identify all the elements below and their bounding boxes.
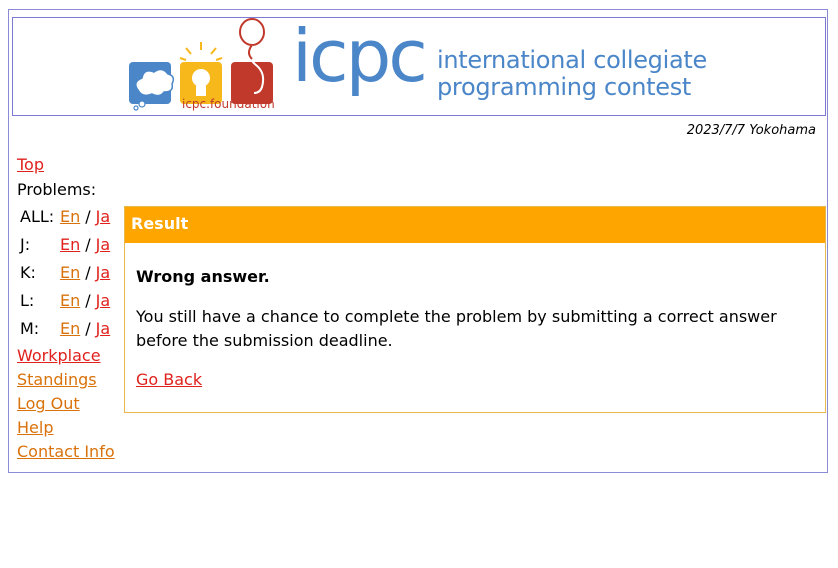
nav-logout-link[interactable]: Log Out bbox=[17, 394, 80, 413]
nav-standings-link[interactable]: Standings bbox=[17, 370, 97, 389]
problem-row-l: L: En / Ja bbox=[20, 291, 110, 315]
problem-all-ja-link[interactable]: Ja bbox=[96, 207, 111, 226]
problem-row-all: ALL: En / Ja bbox=[20, 207, 110, 231]
tagline-line1: international collegiate bbox=[437, 46, 707, 74]
separator: / bbox=[85, 319, 91, 338]
result-panel: Result Wrong answer. You still have a ch… bbox=[124, 206, 826, 413]
tagline-line2: programming contest bbox=[437, 73, 692, 101]
problem-label: ALL: bbox=[20, 207, 55, 226]
problem-label: M: bbox=[20, 319, 40, 338]
problem-row-k: K: En / Ja bbox=[20, 263, 110, 287]
contest-date-location: 2023/7/7 Yokohama bbox=[686, 123, 816, 138]
nav-top-link[interactable]: Top bbox=[17, 155, 44, 174]
problem-label: J: bbox=[20, 235, 31, 254]
problem-label: K: bbox=[20, 263, 36, 282]
separator: / bbox=[85, 235, 91, 254]
problem-m-ja-link[interactable]: Ja bbox=[96, 319, 111, 338]
problem-k-ja-link[interactable]: Ja bbox=[96, 263, 111, 282]
go-back-link[interactable]: Go Back bbox=[136, 370, 202, 389]
balloon-icon bbox=[231, 18, 273, 104]
problem-row-j: J: En / Ja bbox=[20, 235, 110, 259]
foundation-label: icpc.foundation bbox=[182, 97, 275, 111]
result-verdict: Wrong answer. bbox=[136, 267, 270, 286]
problem-label: L: bbox=[20, 291, 35, 310]
result-heading: Result bbox=[125, 207, 825, 243]
problem-l-ja-link[interactable]: Ja bbox=[96, 291, 111, 310]
icpc-wordmark: icpc bbox=[292, 14, 428, 98]
problems-label: Problems: bbox=[17, 180, 97, 199]
problem-all-en-link[interactable]: En bbox=[60, 207, 80, 226]
nav-contact-link[interactable]: Contact Info bbox=[17, 442, 115, 461]
lightbulb-icon bbox=[179, 42, 223, 104]
cloud-icon bbox=[129, 62, 175, 111]
nav-help-link[interactable]: Help bbox=[17, 418, 53, 437]
problem-k-en-link[interactable]: En bbox=[60, 263, 80, 282]
separator: / bbox=[85, 263, 91, 282]
problem-l-en-link[interactable]: En bbox=[60, 291, 80, 310]
problem-j-ja-link[interactable]: Ja bbox=[96, 235, 111, 254]
nav-workplace-link[interactable]: Workplace bbox=[17, 346, 101, 365]
separator: / bbox=[85, 207, 91, 226]
problem-m-en-link[interactable]: En bbox=[60, 319, 80, 338]
separator: / bbox=[85, 291, 91, 310]
result-message: You still have a chance to complete the … bbox=[136, 307, 777, 350]
problem-row-m: M: En / Ja bbox=[20, 319, 110, 343]
problem-j-en-link[interactable]: En bbox=[60, 235, 80, 254]
